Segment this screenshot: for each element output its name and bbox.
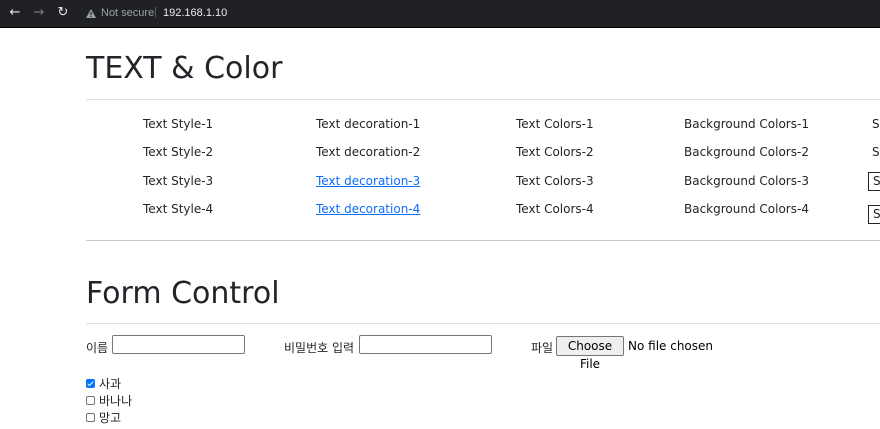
text-style-cell: Text Style-1 [143,117,214,131]
address-bar-url[interactable]: 192.168.1.10 [163,7,227,19]
back-arrow-icon[interactable]: ← [7,5,23,21]
text-decoration-cell: Text decoration-2 [316,145,421,159]
text-decoration-cell: Text decoration-1 [316,117,421,131]
section-title-form-control: Form Control [86,276,280,311]
checkbox-item-mango[interactable]: 망고 [86,409,122,425]
password-input[interactable] [359,335,492,354]
span-cell: Sp [872,117,880,131]
text-colors-cell: Text Colors-4 [516,202,594,216]
url-separator: | [154,6,157,18]
bordered-span-cell: S [868,172,880,191]
text-decoration-link-text[interactable]: Text decoration-3 [316,174,420,188]
checkbox-checked[interactable] [86,379,95,388]
file-status-text: No file chosen [628,339,714,353]
checkbox-label: 망고 [99,411,122,425]
warning-icon[interactable] [86,9,96,18]
text-decoration-link-text[interactable]: Text decoration-4 [316,202,420,216]
checkbox-unchecked[interactable] [86,396,95,405]
divider [86,240,880,241]
name-input[interactable] [112,335,245,354]
text-style-cell: Text Style-2 [143,145,214,159]
text-style-cell: Text Style-4 [143,202,214,216]
divider [86,323,880,324]
checkbox-item-banana[interactable]: 바나나 [86,392,133,408]
checkbox-label: 바나나 [99,394,133,408]
checkbox-unchecked[interactable] [86,413,95,422]
text-colors-cell: Text Colors-1 [516,117,594,131]
text-colors-cell: Text Colors-2 [516,145,594,159]
divider [86,99,880,100]
background-colors-cell: Background Colors-4 [684,202,809,216]
security-label[interactable]: Not secure [101,7,154,19]
file-label: 파일 [531,341,554,355]
text-style-cell: Text Style-3 [143,174,214,188]
text-decoration-link[interactable]: Text decoration-3 [316,174,420,188]
background-colors-cell: Background Colors-1 [684,117,809,131]
password-label: 비밀번호 입력 [284,341,355,355]
text-colors-cell: Text Colors-3 [516,174,594,188]
background-colors-cell: Background Colors-3 [684,174,809,188]
checkbox-item-apple[interactable]: 사과 [86,375,122,391]
choose-file-button[interactable]: Choose File [556,336,624,371]
text-decoration-link[interactable]: Text decoration-4 [316,202,420,216]
forward-arrow-icon[interactable]: → [31,5,47,21]
bordered-span-cell: S [868,205,880,224]
browser-toolbar: ← → ↻ Not secure | 192.168.1.10 [0,0,880,28]
checkbox-label: 사과 [99,377,122,391]
reload-icon[interactable]: ↻ [55,5,71,21]
span-cell: Sp [872,145,880,159]
name-label: 이름 [86,341,109,355]
background-colors-cell: Background Colors-2 [684,145,809,159]
section-title-text-color: TEXT & Color [86,51,283,86]
